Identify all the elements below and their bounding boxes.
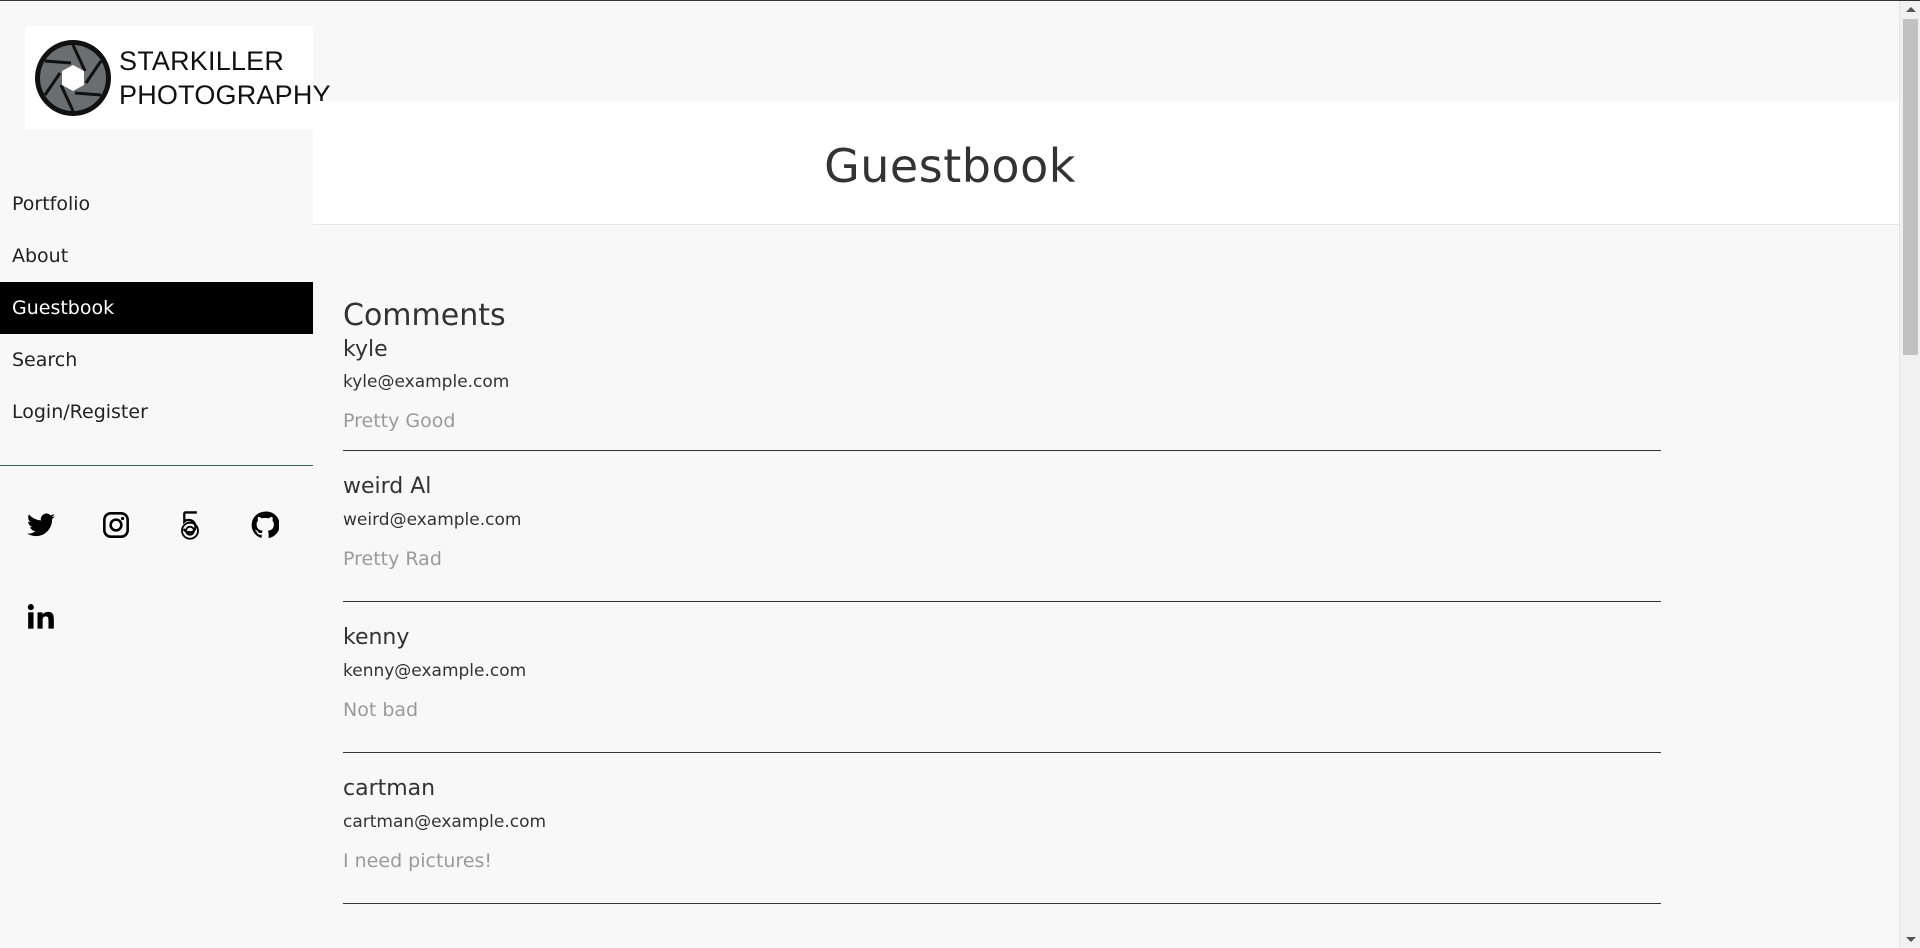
comment-text: Pretty Rad — [343, 548, 442, 570]
vertical-scrollbar[interactable] — [1899, 1, 1920, 948]
comment-text: I need pictures! — [343, 850, 493, 872]
nav-item-about[interactable]: About — [0, 230, 313, 282]
comments-heading: Comments — [343, 298, 506, 333]
page-header: Guestbook — [313, 101, 1899, 225]
brand-name: STARKILLER PHOTOGRAPHY — [119, 44, 331, 112]
comment-email: weird@example.com — [343, 510, 522, 530]
sidebar: STARKILLER PHOTOGRAPHY Portfolio About G… — [0, 1, 331, 948]
comment-email: cartman@example.com — [343, 812, 547, 832]
instagram-icon[interactable] — [100, 509, 132, 541]
comment-author: kyle — [343, 337, 388, 362]
comment-item: weird Al weird@example.com Pretty Rad — [343, 451, 1661, 602]
comment-item: kenny kenny@example.com Not bad — [343, 602, 1661, 753]
comment-item: kyle kyle@example.com Pretty Good — [343, 337, 1661, 451]
scroll-down-arrow-icon[interactable] — [1906, 937, 1916, 942]
nav-item-portfolio[interactable]: Portfolio — [0, 178, 313, 230]
brand-line2: PHOTOGRAPHY — [119, 79, 331, 110]
comment-text: Pretty Good — [343, 410, 456, 432]
comment-email: kenny@example.com — [343, 661, 527, 681]
comment-email: kyle@example.com — [343, 372, 510, 392]
scrollbar-thumb[interactable] — [1903, 19, 1918, 355]
comment-item: cartman cartman@example.com I need pictu… — [343, 753, 1661, 904]
comments-section: Comments kyle kyle@example.com Pretty Go… — [343, 296, 1661, 904]
500px-icon[interactable] — [174, 509, 206, 541]
comment-text: Not bad — [343, 699, 419, 721]
brand-line1: STARKILLER — [119, 45, 285, 76]
sidebar-divider — [0, 465, 313, 466]
site-logo[interactable]: STARKILLER PHOTOGRAPHY — [25, 26, 331, 129]
nav-item-login-register[interactable]: Login/Register — [0, 386, 313, 438]
main-nav: Portfolio About Guestbook Search Login/R… — [0, 178, 313, 438]
comment-author: weird Al — [343, 474, 432, 499]
comment-author: cartman — [343, 776, 436, 801]
scroll-up-arrow-icon[interactable] — [1906, 7, 1916, 12]
linkedin-icon[interactable] — [25, 601, 57, 633]
github-icon[interactable] — [249, 509, 281, 541]
nav-item-search[interactable]: Search — [0, 334, 313, 386]
twitter-icon[interactable] — [25, 509, 57, 541]
aperture-icon — [35, 39, 111, 116]
page-title: Guestbook — [824, 139, 1076, 193]
comment-author: kenny — [343, 625, 410, 650]
nav-item-guestbook[interactable]: Guestbook — [0, 282, 313, 334]
